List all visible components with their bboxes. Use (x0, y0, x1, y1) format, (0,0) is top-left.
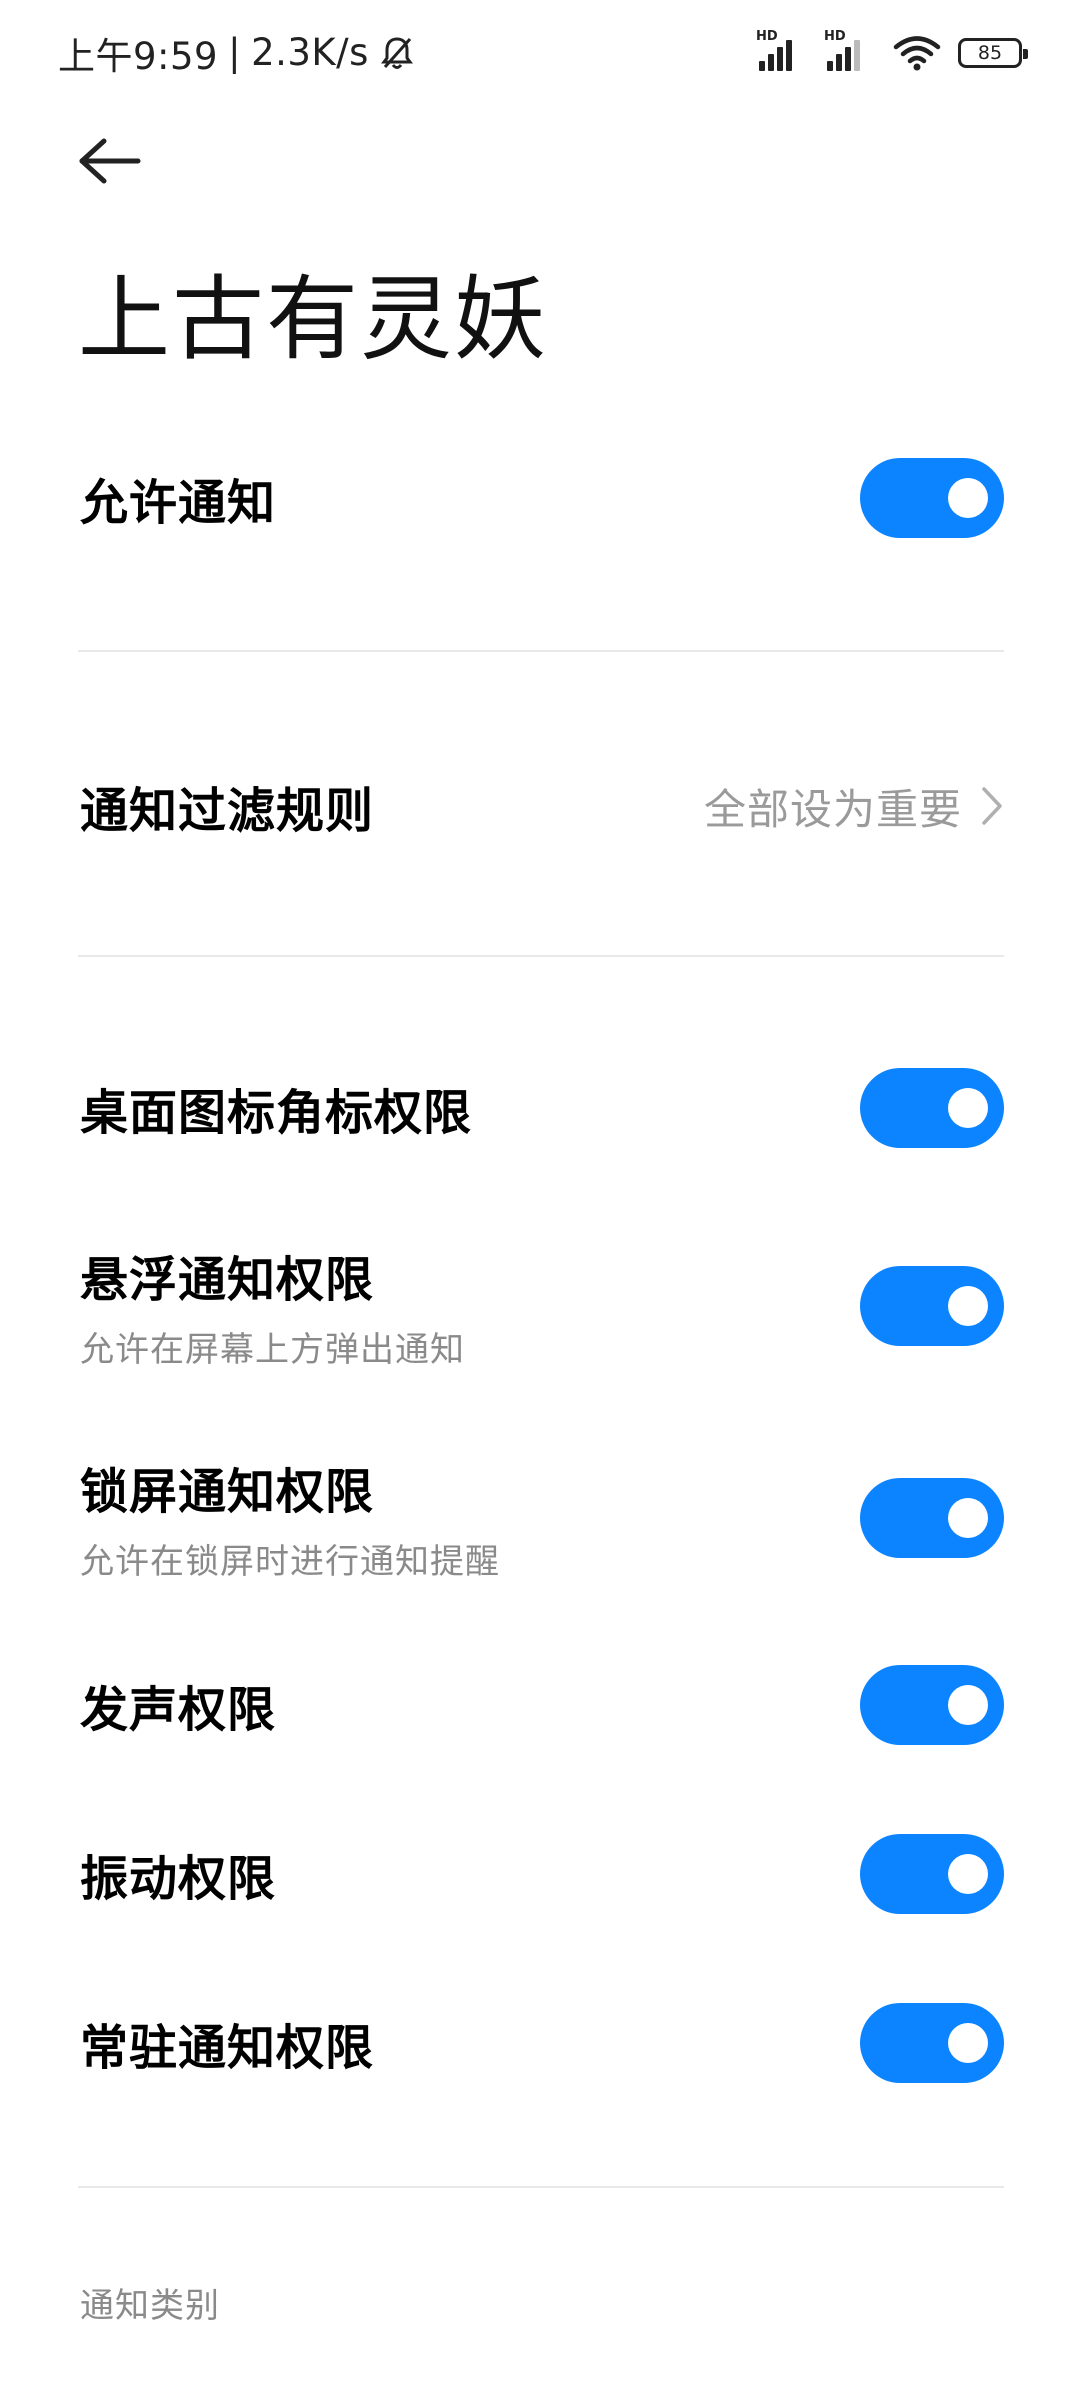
divider (78, 955, 1004, 957)
vibration-permission-toggle[interactable] (860, 1834, 1004, 1914)
divider (78, 2186, 1004, 2188)
divider (78, 650, 1004, 652)
status-time: 上午9:59 (58, 34, 219, 78)
row-badge-permission: 桌面图标角标权限 (80, 1068, 1004, 1148)
hd-label: HD (756, 28, 778, 44)
arrow-left-icon (79, 138, 141, 184)
toggle-knob (948, 1497, 988, 1538)
signal-icon: HD (824, 29, 876, 71)
toggle-knob (948, 1854, 988, 1894)
status-bar: 上午9:59 | 2.3K/s HD HD 85 (0, 0, 1080, 105)
badge-permission-toggle[interactable] (860, 1068, 1004, 1148)
network-speed: 2.3K/s (251, 31, 369, 74)
row-filter-rule[interactable]: 通知过滤规则 全部设为重要 (80, 766, 1004, 846)
hd-label: HD (824, 28, 846, 44)
row-label: 锁屏通知权限 (80, 1464, 375, 1520)
toggle-knob (948, 1685, 988, 1725)
row-label: 桌面图标角标权限 (80, 1085, 473, 1141)
allow-notifications-toggle[interactable] (860, 458, 1004, 538)
toggle-knob (948, 1285, 988, 1326)
page-title: 上古有灵妖 (78, 266, 549, 373)
toggle-knob (948, 478, 988, 518)
bell-off-icon (380, 36, 413, 69)
row-vibration-permission: 振动权限 (80, 1834, 1004, 1914)
floating-permission-toggle[interactable] (860, 1265, 1004, 1346)
back-button[interactable] (74, 125, 146, 197)
row-sub: 允许在锁屏时进行通知提醒 (80, 1542, 500, 1582)
signal-icon: HD (756, 29, 808, 71)
row-label: 振动权限 (80, 1851, 277, 1907)
status-right: HD HD 85 (756, 29, 1028, 72)
row-sub: 允许在屏幕上方弹出通知 (80, 1330, 465, 1370)
row-lockscreen-permission: 锁屏通知权限 允许在锁屏时进行通知提醒 (80, 1452, 1004, 1583)
battery-icon: 85 (958, 37, 1028, 68)
status-separator: | (228, 31, 242, 74)
status-left: 上午9:59 | 2.3K/s (58, 26, 417, 80)
section-header-categories: 通知类别 (80, 2286, 220, 2326)
row-text: 锁屏通知权限 允许在锁屏时进行通知提醒 (80, 1452, 500, 1583)
row-label: 常驻通知权限 (80, 2020, 375, 2076)
battery-level: 85 (977, 41, 1003, 64)
lockscreen-permission-toggle[interactable] (860, 1477, 1004, 1558)
row-label: 发声权限 (80, 1682, 277, 1738)
row-floating-permission: 悬浮通知权限 允许在屏幕上方弹出通知 (80, 1240, 1004, 1371)
row-allow-notifications: 允许通知 (80, 458, 1004, 538)
wifi-icon (893, 35, 941, 70)
filter-rule-text: 全部设为重要 (703, 784, 962, 834)
row-label: 悬浮通知权限 (80, 1252, 375, 1308)
row-sound-permission: 发声权限 (80, 1665, 1004, 1745)
row-persistent-permission: 常驻通知权限 (80, 2003, 1004, 2083)
notification-settings-page: 上午9:59 | 2.3K/s HD HD 85 上古有灵妖 允许通知 通知过滤… (0, 0, 1080, 2400)
sound-permission-toggle[interactable] (860, 1665, 1004, 1745)
row-label: 通知过滤规则 (80, 783, 375, 839)
toggle-knob (948, 2023, 988, 2063)
chevron-right-icon (982, 787, 1002, 825)
filter-rule-value: 全部设为重要 (704, 776, 1004, 837)
row-text: 悬浮通知权限 允许在屏幕上方弹出通知 (80, 1240, 465, 1371)
toggle-knob (948, 1088, 988, 1128)
row-label: 允许通知 (80, 475, 277, 531)
persistent-permission-toggle[interactable] (860, 2003, 1004, 2083)
